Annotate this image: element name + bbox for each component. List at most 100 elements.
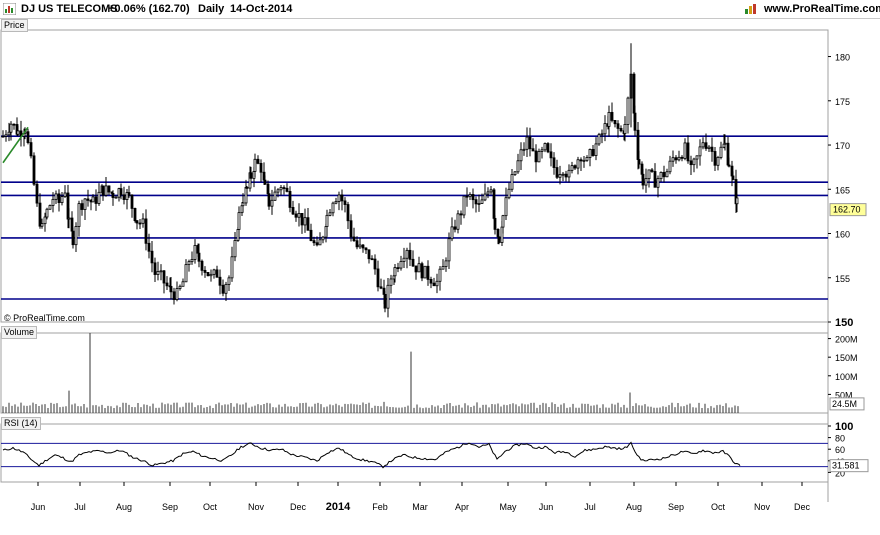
x-tick-label: May — [499, 502, 517, 512]
candle-body — [230, 256, 234, 279]
candle-body — [383, 293, 387, 309]
price-change: +0.06% (162.70) — [108, 3, 190, 15]
bar-chart-icon[interactable] — [744, 3, 758, 15]
candle-body — [373, 258, 377, 270]
candle-body — [361, 244, 365, 249]
candle-body — [334, 200, 338, 204]
chart-type-icon[interactable] — [3, 3, 16, 15]
candle-body — [337, 194, 341, 202]
candle-body — [291, 207, 295, 215]
candle-body — [420, 263, 424, 279]
candle-body — [80, 203, 84, 210]
rsi-frame — [0, 423, 829, 483]
candle-body — [534, 150, 538, 163]
candle-body — [32, 155, 36, 185]
candle-body — [713, 151, 717, 166]
candle-body — [237, 212, 241, 230]
candle-body — [94, 196, 98, 204]
x-tick-label: 2014 — [326, 501, 351, 513]
candle-body — [471, 194, 475, 201]
candle-body — [662, 171, 666, 178]
candle-body — [147, 242, 151, 252]
candle-body — [355, 240, 359, 248]
price-frame — [0, 29, 829, 323]
price-tick-label: 155 — [835, 274, 850, 284]
candle-body — [43, 216, 47, 225]
candle-body — [483, 193, 487, 201]
candle-body — [683, 142, 687, 159]
candle-body — [162, 270, 166, 284]
candle-body — [209, 273, 213, 277]
candle-body — [393, 267, 397, 277]
volume-panel-label: Volume — [1, 326, 38, 339]
x-tick-label: Aug — [626, 502, 642, 512]
candle-body — [67, 217, 71, 220]
candle-body — [141, 218, 145, 224]
volume-tick-label: 150M — [835, 353, 858, 363]
candle-body — [462, 195, 466, 216]
chart-area: 150155160165170175180162.70200M150M100M5… — [0, 29, 869, 513]
candle-body — [735, 197, 739, 205]
x-tick-label: Apr — [455, 502, 469, 512]
candle-body — [144, 218, 148, 244]
chart-date: 14-Oct-2014 — [230, 3, 293, 15]
candle-body — [48, 205, 52, 210]
candle-body — [607, 111, 611, 127]
candle-body — [486, 191, 490, 195]
candle-body — [114, 196, 118, 199]
candle-body — [38, 202, 42, 227]
candle-body — [9, 123, 13, 133]
x-tick-label: Jul — [584, 502, 596, 512]
candle-body — [325, 214, 329, 227]
candle-body — [647, 169, 651, 180]
candle-body — [567, 169, 571, 178]
x-tick-label: Jun — [539, 502, 554, 512]
candle-body — [4, 134, 8, 137]
volume-frame — [0, 332, 829, 414]
rsi-tick-label: 60 — [835, 445, 845, 455]
candle-body — [138, 222, 142, 225]
candle-body — [218, 276, 222, 286]
candle-body — [507, 188, 511, 199]
x-tick-label: Dec — [794, 502, 811, 512]
price-tick-label: 175 — [835, 97, 850, 107]
candle-body — [558, 174, 562, 178]
candle-body — [493, 217, 497, 230]
candle-body — [665, 171, 669, 178]
x-tick-label: Feb — [372, 502, 388, 512]
x-tick-label: Jul — [74, 502, 86, 512]
candle-body — [159, 270, 163, 273]
x-tick-label: Dec — [290, 502, 307, 512]
candle-body — [555, 167, 559, 178]
candle-body — [531, 148, 535, 152]
candle-body — [659, 171, 663, 180]
candle-body — [331, 202, 335, 214]
candle-body — [35, 183, 39, 204]
candle-body — [346, 204, 350, 222]
candle-body — [200, 260, 204, 271]
candle-body — [267, 193, 271, 207]
x-tick-label: Oct — [203, 502, 218, 512]
candle-body — [633, 112, 637, 131]
website-link[interactable]: www.ProRealTime.com — [764, 3, 880, 15]
chart-period: Daily — [198, 3, 225, 15]
candle-body — [297, 213, 301, 218]
rsi-tick-label: 80 — [835, 434, 845, 444]
candle-body — [641, 173, 645, 186]
candle-body — [459, 213, 463, 216]
candle-body — [613, 120, 617, 125]
candle-body — [273, 191, 277, 201]
candle-body — [29, 142, 33, 157]
candle-body — [379, 286, 383, 289]
candle-body — [97, 191, 101, 204]
candle-body — [203, 269, 207, 273]
price-tick-label: 180 — [835, 53, 850, 63]
candle-body — [441, 266, 445, 270]
volume-tick-label: 200M — [835, 335, 858, 345]
candle-body — [698, 146, 702, 157]
candle-body — [680, 156, 684, 159]
candle-body — [306, 217, 310, 231]
candle-body — [588, 149, 592, 158]
candle-body — [719, 146, 723, 158]
candle-body — [172, 291, 176, 300]
